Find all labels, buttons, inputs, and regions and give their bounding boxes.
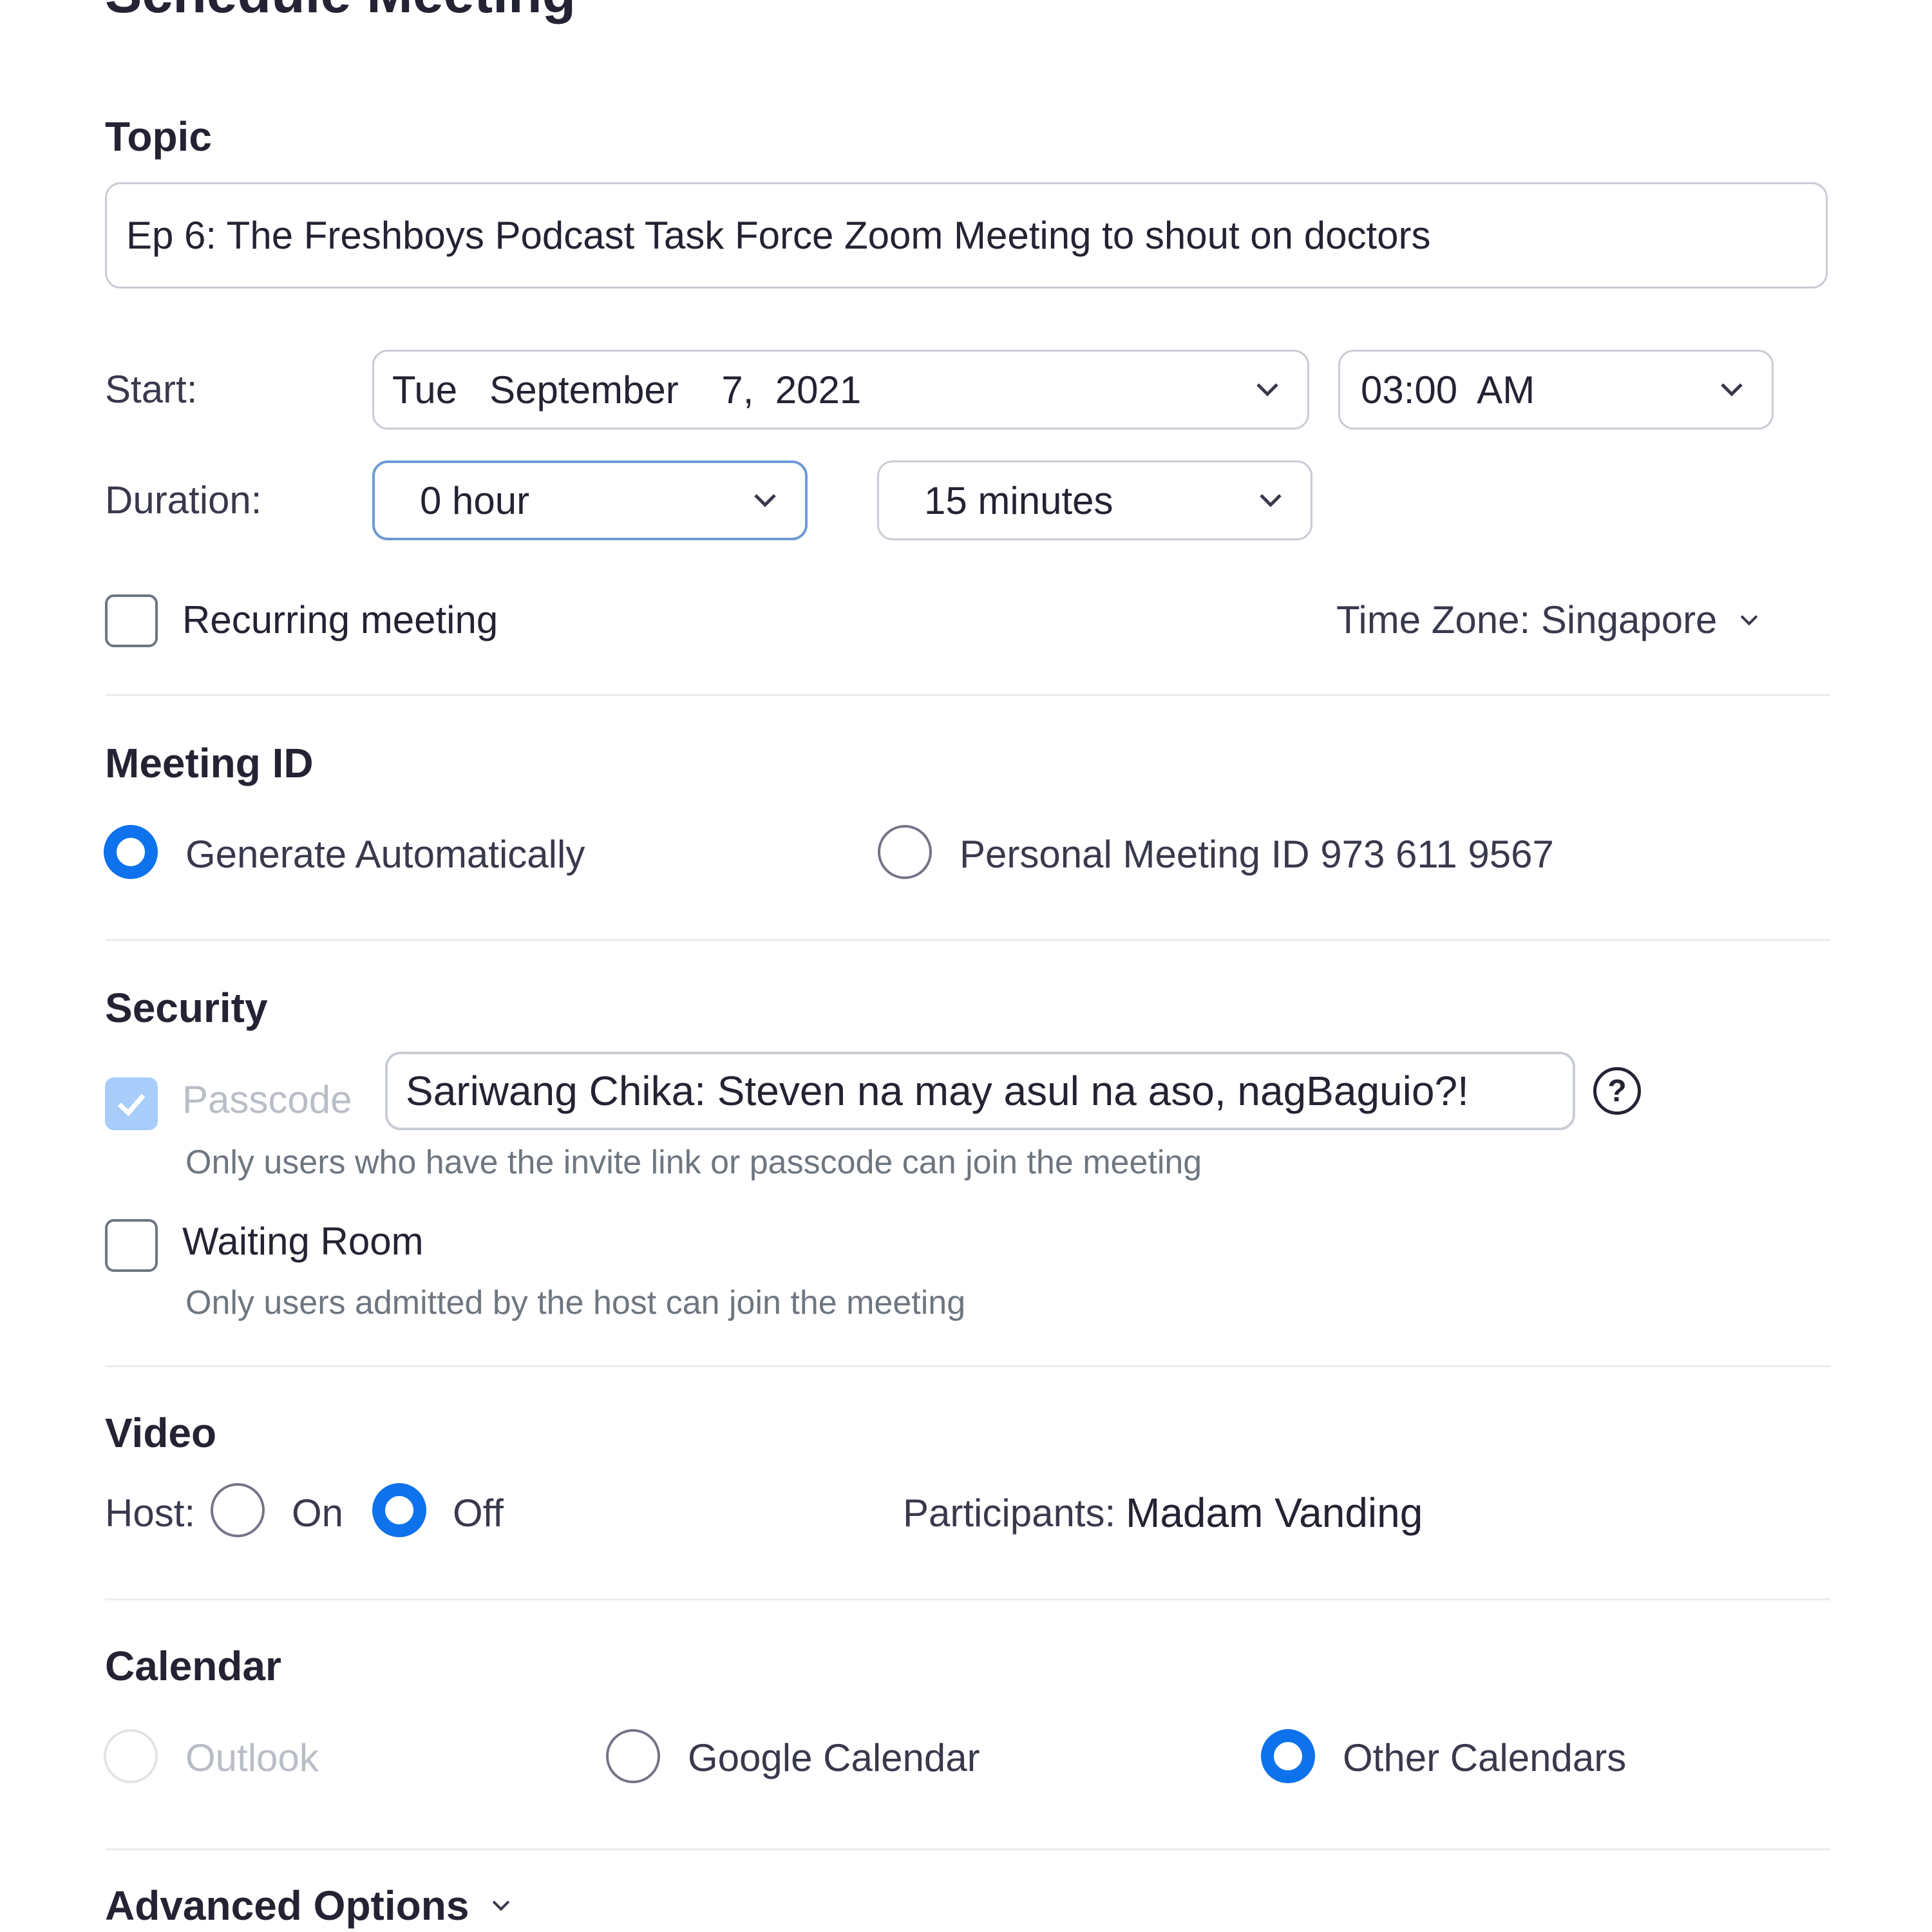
chevron-down-icon <box>1736 606 1762 634</box>
passcode-value: Sariwang Chika: Steven na may asul na as… <box>406 1068 1469 1114</box>
divider <box>105 1848 1831 1850</box>
google-calendar-radio[interactable] <box>606 1729 660 1783</box>
topic-input-value: Ep 6: The Freshboys Podcast Task Force Z… <box>126 214 1431 257</box>
participants-video-label: Participants: <box>903 1492 1116 1535</box>
participants-video-value[interactable]: Madam Vanding <box>1126 1489 1423 1537</box>
generate-automatically-label: Generate Automatically <box>185 833 585 876</box>
start-date-select[interactable]: Tue September 7, 2021 <box>372 350 1309 430</box>
personal-meeting-id-radio[interactable] <box>878 825 932 879</box>
calendar-heading: Calendar <box>105 1643 281 1689</box>
duration-minutes-select[interactable]: 15 minutes <box>877 460 1312 540</box>
divider <box>105 939 1831 941</box>
page-title: Schedule Meeting <box>105 0 576 32</box>
start-label: Start: <box>105 368 198 411</box>
waiting-room-hint: Only users admitted by the host can join… <box>185 1284 966 1321</box>
chevron-down-icon <box>751 486 779 515</box>
start-time-select[interactable]: 03:00 AM <box>1338 350 1774 430</box>
host-video-off-label: Off <box>453 1492 504 1535</box>
divider <box>105 1598 1831 1600</box>
outlook-radio[interactable] <box>104 1729 158 1783</box>
divider <box>105 694 1831 696</box>
advanced-options-toggle[interactable]: Advanced Options <box>105 1882 514 1929</box>
waiting-room-label: Waiting Room <box>182 1220 424 1263</box>
generate-automatically-radio[interactable] <box>104 825 158 879</box>
host-video-off-radio[interactable] <box>372 1483 426 1537</box>
topic-input[interactable]: Ep 6: The Freshboys Podcast Task Force Z… <box>105 182 1828 289</box>
advanced-options-label: Advanced Options <box>105 1882 469 1929</box>
host-video-on-label: On <box>292 1492 344 1535</box>
passcode-checkbox[interactable] <box>105 1077 158 1130</box>
passcode-label: Passcode <box>182 1078 352 1121</box>
question-mark-icon[interactable]: ? <box>1593 1067 1641 1115</box>
video-heading: Video <box>105 1410 217 1456</box>
duration-hours-select[interactable]: 0 hour <box>372 460 808 540</box>
divider <box>105 1365 1831 1367</box>
host-video-label: Host: <box>105 1492 196 1535</box>
chevron-down-icon <box>488 1891 514 1920</box>
other-calendars-label: Other Calendars <box>1343 1736 1627 1779</box>
duration-hours-value: 0 hour <box>420 478 530 522</box>
passcode-input[interactable]: Sariwang Chika: Steven na may asul na as… <box>385 1052 1575 1130</box>
duration-label: Duration: <box>105 478 262 522</box>
host-video-on-radio[interactable] <box>211 1483 265 1537</box>
meeting-id-heading: Meeting ID <box>105 740 314 786</box>
checkmark-icon <box>117 1094 146 1117</box>
timezone-select[interactable]: Time Zone: Singapore <box>1336 598 1762 642</box>
chevron-down-icon <box>1256 486 1285 515</box>
recurring-label: Recurring meeting <box>182 598 498 641</box>
duration-minutes-value: 15 minutes <box>924 478 1113 522</box>
personal-meeting-id-label: Personal Meeting ID 973 611 9567 <box>960 833 1554 876</box>
outlook-label: Outlook <box>185 1736 319 1779</box>
chevron-down-icon <box>1253 375 1282 404</box>
start-time-value: 03:00 AM <box>1361 368 1535 412</box>
timezone-label: Time Zone: Singapore <box>1336 598 1718 641</box>
chevron-down-icon <box>1718 375 1746 404</box>
google-calendar-label: Google Calendar <box>688 1736 980 1779</box>
other-calendars-radio[interactable] <box>1261 1729 1315 1783</box>
waiting-room-checkbox[interactable] <box>105 1219 158 1272</box>
topic-heading: Topic <box>105 113 212 160</box>
security-heading: Security <box>105 985 268 1031</box>
start-date-value: Tue September 7, 2021 <box>392 368 862 412</box>
passcode-hint: Only users who have the invite link or p… <box>185 1144 1202 1181</box>
recurring-checkbox[interactable] <box>105 594 158 647</box>
